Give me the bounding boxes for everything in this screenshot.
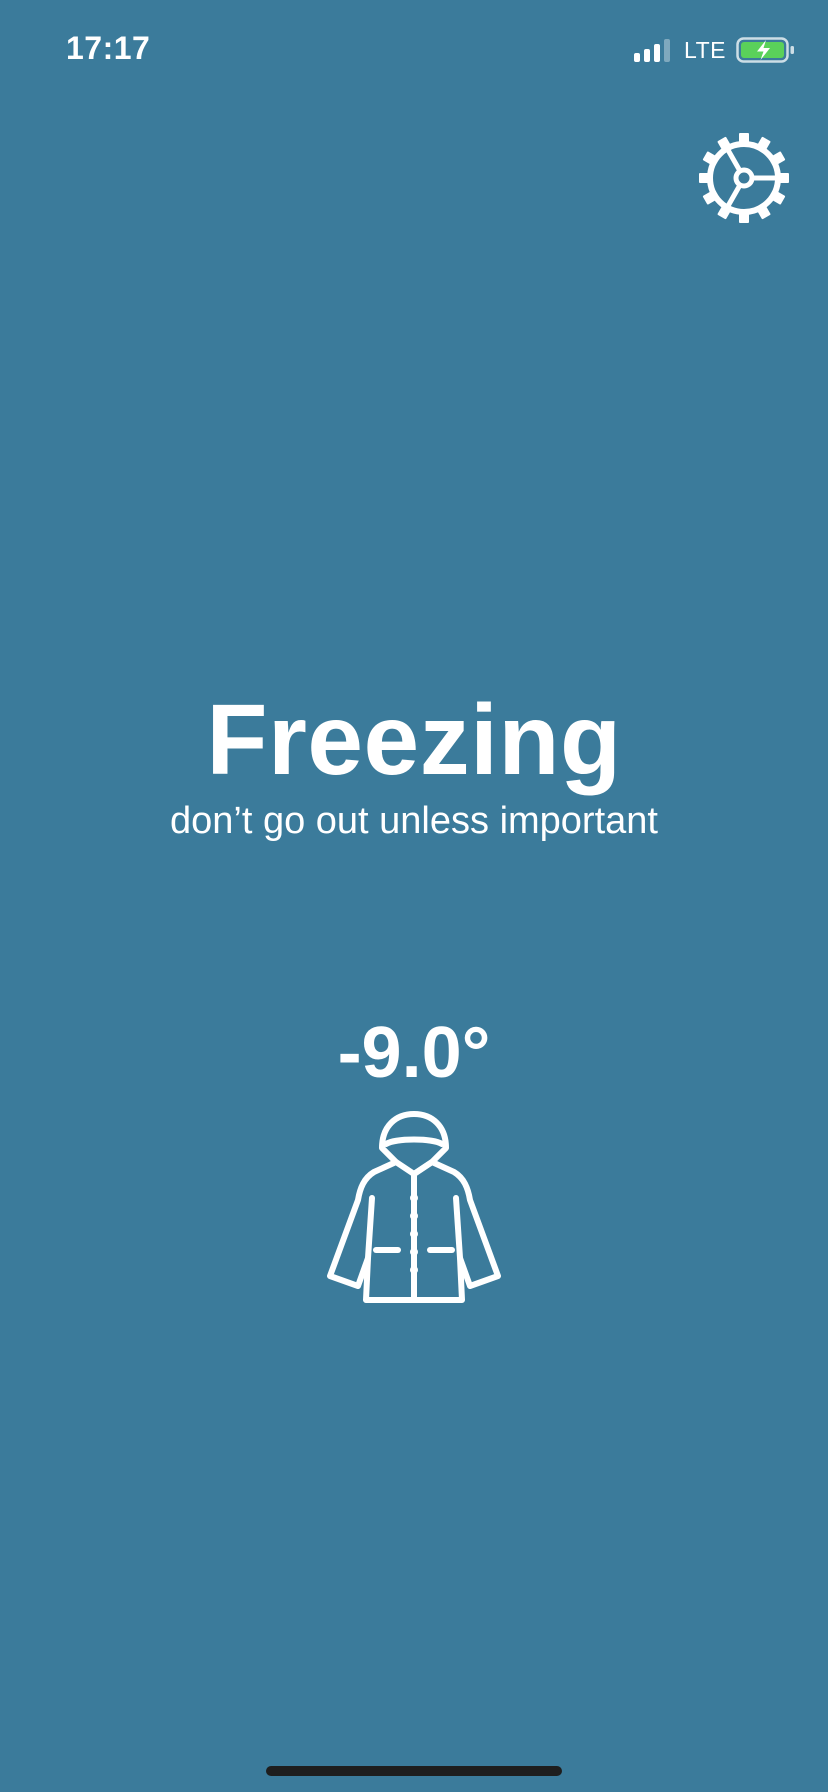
gear-icon [699, 133, 789, 223]
status-time: 17:17 [66, 30, 151, 66]
condition-advice: don’t go out unless important [170, 800, 658, 842]
status-indicators: LTE [634, 36, 796, 64]
home-indicator[interactable] [266, 1766, 562, 1776]
settings-button[interactable] [698, 132, 790, 224]
raincoat-icon [324, 1108, 504, 1304]
battery-charging-icon [736, 37, 796, 63]
status-bar: 17:17 LTE [0, 0, 828, 100]
app-screen: 17:17 LTE Freezing don’t go out unless i… [0, 0, 828, 1792]
network-type: LTE [684, 36, 726, 63]
signal-bars-icon [634, 38, 671, 62]
condition-title: Freezing [206, 684, 622, 796]
temperature-value: -9.0° [337, 1013, 491, 1093]
